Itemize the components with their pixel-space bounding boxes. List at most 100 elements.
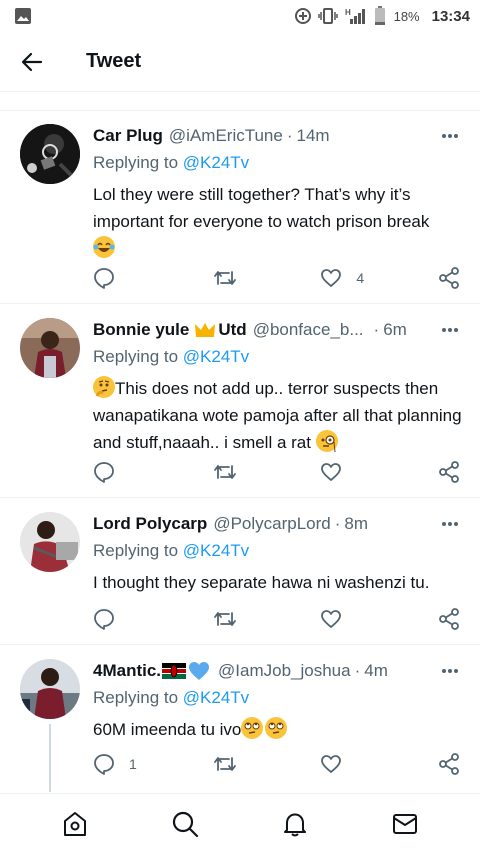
nav-search-button[interactable] bbox=[165, 804, 205, 844]
tweet[interactable]: Car Plug @iAmEricTune · 14m Replying to … bbox=[0, 111, 480, 304]
like-button[interactable] bbox=[320, 753, 438, 775]
tweet-actions: 1 bbox=[93, 752, 460, 776]
author-name[interactable]: Bonnie yule bbox=[93, 320, 189, 340]
timestamp[interactable]: 14m bbox=[297, 126, 330, 146]
replying-to: Replying to @K24Tv bbox=[93, 688, 466, 712]
mention-link[interactable]: @K24Tv bbox=[183, 153, 249, 172]
messages-icon bbox=[393, 814, 417, 834]
tweet-text: 60M imeenda tu ivo bbox=[93, 716, 466, 743]
nav-home-button[interactable] bbox=[55, 804, 95, 844]
retweet-button[interactable] bbox=[213, 753, 321, 775]
avatar-image bbox=[20, 124, 80, 184]
gallery-icon bbox=[15, 8, 31, 24]
more-dots-icon bbox=[442, 522, 458, 526]
share-button[interactable] bbox=[438, 267, 460, 289]
author-handle[interactable]: @bonface_b... bbox=[253, 320, 364, 340]
more-options-button[interactable] bbox=[440, 661, 460, 681]
heart-icon bbox=[321, 463, 342, 481]
vibrate-icon bbox=[317, 8, 338, 24]
replying-to-prefix: Replying to bbox=[93, 541, 179, 560]
reply-button[interactable] bbox=[93, 608, 213, 630]
tweet[interactable]: Lord Polycarp @PolycarpLord · 8m Replyin… bbox=[0, 499, 480, 645]
more-options-button[interactable] bbox=[440, 320, 460, 340]
author-handle[interactable]: @iAmEricTune bbox=[169, 126, 283, 146]
mention-link[interactable]: @K24Tv bbox=[183, 347, 249, 366]
share-icon bbox=[439, 267, 459, 289]
back-button[interactable] bbox=[12, 42, 52, 82]
author-handle[interactable]: @PolycarpLord bbox=[213, 514, 330, 534]
tweet-text: I thought they separate hawa ni washenzi… bbox=[93, 569, 466, 596]
tweet-text-content: Lol they were still together? That’s why… bbox=[93, 185, 430, 231]
notifications-icon bbox=[284, 813, 306, 837]
tweet-text: This does not add up.. terror suspects t… bbox=[93, 375, 466, 456]
bottom-navigation bbox=[0, 793, 480, 854]
avatar[interactable] bbox=[20, 512, 80, 572]
timestamp[interactable]: 6m bbox=[383, 320, 407, 340]
svg-text:H: H bbox=[345, 8, 351, 17]
share-button[interactable] bbox=[438, 753, 460, 775]
mention-link[interactable]: @K24Tv bbox=[183, 688, 249, 707]
arrow-left-icon bbox=[21, 52, 43, 71]
mention-link[interactable]: @K24Tv bbox=[183, 541, 249, 560]
author-name[interactable]: Lord Polycarp bbox=[93, 514, 207, 534]
author-handle[interactable]: @IamJob_joshua bbox=[218, 661, 351, 681]
more-options-button[interactable] bbox=[440, 514, 460, 534]
share-button[interactable] bbox=[438, 461, 460, 483]
author-name[interactable]: 4Mantic. bbox=[93, 661, 161, 681]
page-title: Tweet bbox=[86, 50, 142, 72]
avatar-image bbox=[20, 318, 80, 378]
tweet-header: 4Mantic. @IamJob_joshua · 4m bbox=[93, 658, 466, 684]
share-button[interactable] bbox=[438, 608, 460, 630]
laughing-tears-emoji-icon bbox=[93, 236, 115, 258]
crown-emoji-icon bbox=[195, 323, 216, 337]
tweet-text-content: This does not add up.. terror suspects t… bbox=[93, 379, 462, 452]
more-dots-icon bbox=[442, 328, 458, 332]
nav-notifications-button[interactable] bbox=[275, 804, 315, 844]
tweet[interactable]: Bonnie yule Utd @bonface_b... · 6m Reply… bbox=[0, 305, 480, 498]
like-button[interactable] bbox=[320, 608, 438, 630]
tweet-actions bbox=[93, 460, 460, 484]
heart-icon bbox=[321, 269, 342, 287]
avatar[interactable] bbox=[20, 659, 80, 719]
avatar-image bbox=[20, 659, 80, 719]
nav-messages-button[interactable] bbox=[385, 804, 425, 844]
tweet[interactable]: 4Mantic. @IamJob_joshua · 4m Replying to… bbox=[0, 646, 480, 792]
more-options-button[interactable] bbox=[440, 126, 460, 146]
status-bar: H 18% 13:34 bbox=[0, 0, 480, 32]
timestamp[interactable]: 4m bbox=[364, 661, 388, 681]
tweet-header: Lord Polycarp @PolycarpLord · 8m bbox=[93, 511, 466, 537]
retweet-button[interactable] bbox=[213, 461, 321, 483]
face-with-monocle-emoji-icon bbox=[315, 430, 338, 453]
author-name-suffix[interactable]: Utd bbox=[218, 320, 246, 340]
retweet-button[interactable] bbox=[213, 267, 321, 289]
more-dots-icon bbox=[442, 134, 458, 138]
thinking-face-emoji-icon bbox=[93, 376, 115, 398]
heart-icon bbox=[321, 755, 342, 773]
reply-button[interactable] bbox=[93, 267, 213, 289]
battery-icon bbox=[374, 6, 385, 25]
like-button[interactable] bbox=[320, 461, 438, 483]
reply-button[interactable]: 1 bbox=[93, 753, 213, 775]
share-icon bbox=[439, 608, 459, 630]
avatar-image bbox=[20, 512, 80, 572]
like-count: 4 bbox=[356, 270, 365, 286]
reply-icon bbox=[94, 754, 114, 775]
reply-button[interactable] bbox=[93, 461, 213, 483]
more-dots-icon bbox=[442, 669, 458, 673]
app-header: Tweet bbox=[0, 32, 480, 92]
eye-roll-emoji-icon bbox=[265, 717, 288, 739]
replying-to-prefix: Replying to bbox=[93, 153, 179, 172]
tweet-actions: 4 bbox=[93, 266, 460, 290]
data-saver-icon bbox=[294, 8, 311, 24]
search-icon bbox=[172, 811, 199, 838]
timestamp[interactable]: 8m bbox=[344, 514, 368, 534]
retweet-button[interactable] bbox=[213, 608, 321, 630]
author-name[interactable]: Car Plug bbox=[93, 126, 163, 146]
avatar[interactable] bbox=[20, 318, 80, 378]
tweet-text-content: I thought they separate hawa ni washenzi… bbox=[93, 573, 430, 592]
like-button[interactable]: 4 bbox=[320, 267, 438, 289]
reply-icon bbox=[94, 609, 114, 630]
retweet-icon bbox=[213, 465, 236, 479]
retweet-icon bbox=[213, 757, 236, 771]
avatar[interactable] bbox=[20, 124, 80, 184]
